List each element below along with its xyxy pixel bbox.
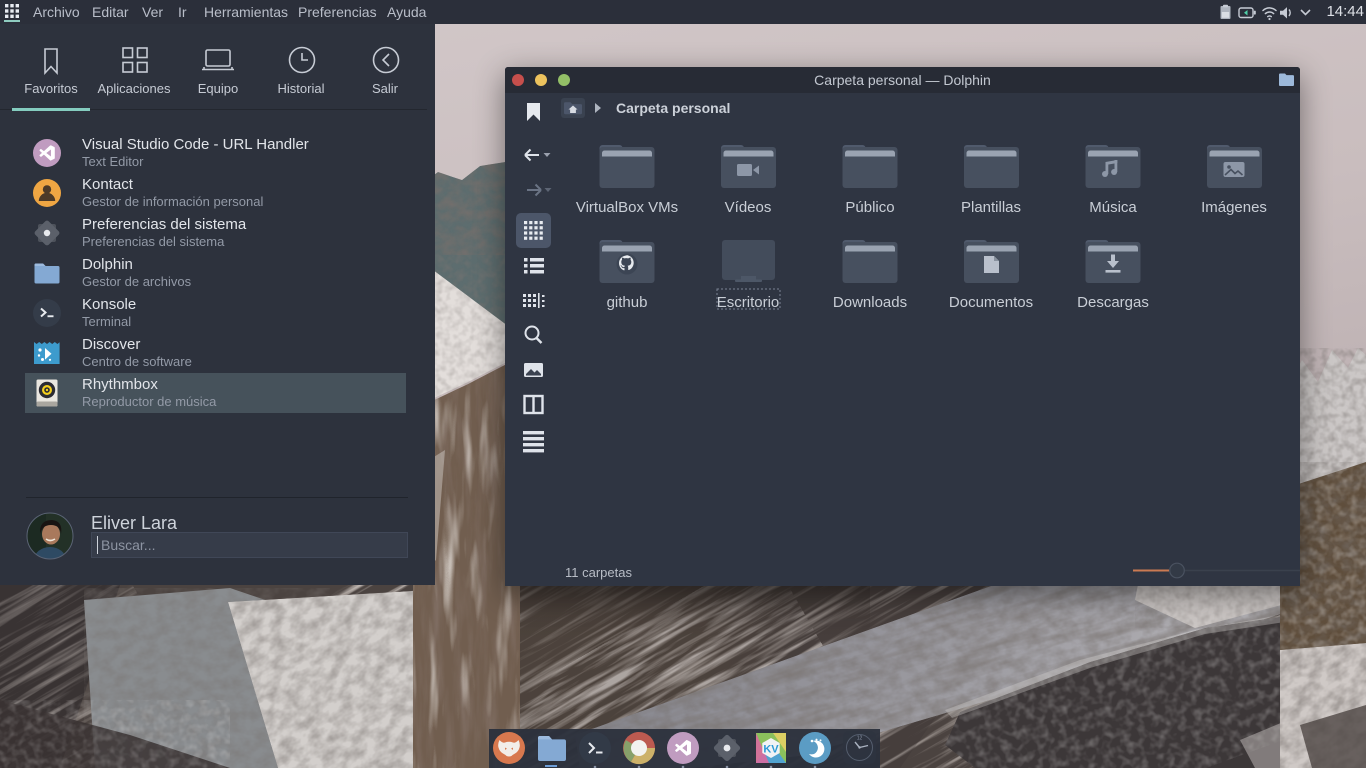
svg-text:KV: KV bbox=[763, 744, 779, 756]
svg-text:12: 12 bbox=[857, 736, 863, 742]
